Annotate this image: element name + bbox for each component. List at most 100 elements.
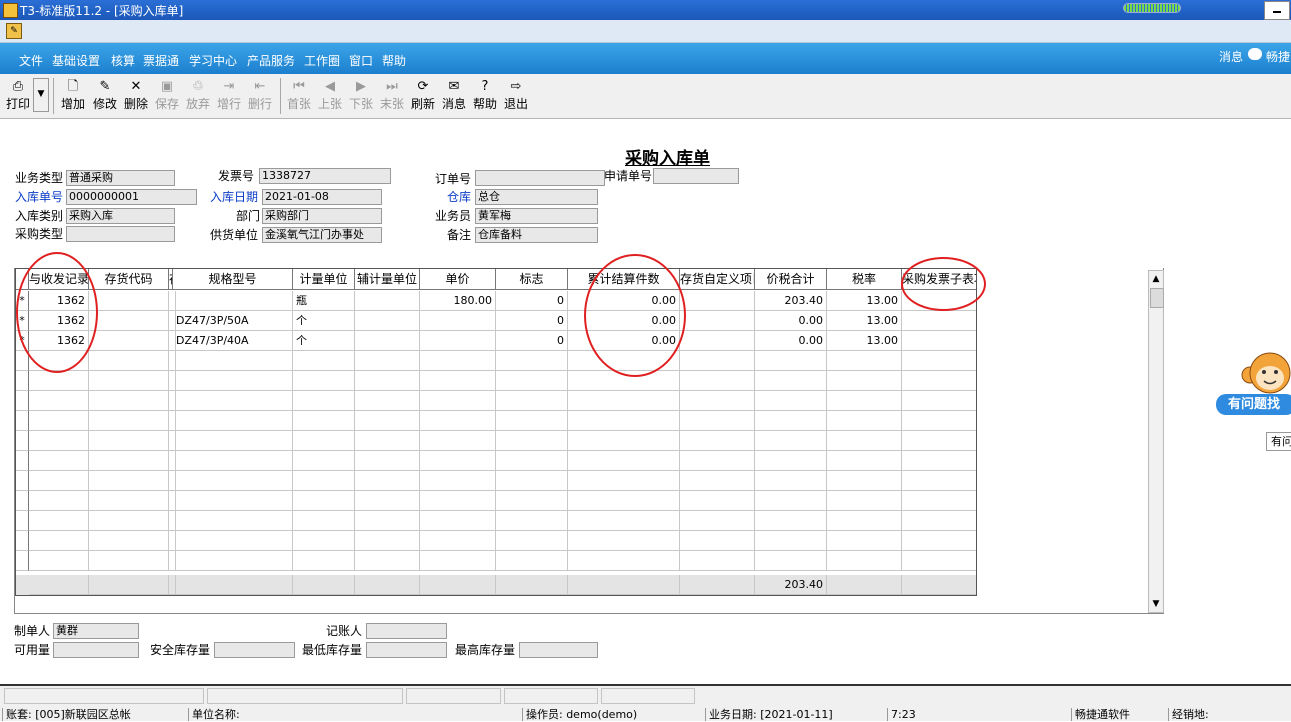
table-cell[interactable]: [293, 431, 355, 451]
menu-workcircle[interactable]: 工作圈: [304, 52, 340, 69]
table-cell[interactable]: [420, 531, 496, 551]
table-cell[interactable]: [293, 411, 355, 431]
table-cell[interactable]: [568, 471, 680, 491]
table-cell[interactable]: [89, 391, 169, 411]
table-cell[interactable]: [568, 531, 680, 551]
in-no-field[interactable]: 0000000001: [66, 189, 197, 205]
table-cell[interactable]: [29, 471, 89, 491]
table-cell[interactable]: [496, 411, 568, 431]
grid-header-cell[interactable]: 单价: [420, 269, 496, 290]
table-cell[interactable]: [680, 531, 755, 551]
help-button[interactable]: ? 帮助: [471, 78, 499, 114]
last-button[interactable]: ⏭ 末张: [378, 78, 406, 114]
table-cell[interactable]: [420, 311, 496, 331]
monkey-assistant-icon[interactable]: [1238, 349, 1291, 395]
table-row[interactable]: * 1362 DZ47/3P/40A 个 0 0.00 0.00 13.00: [16, 331, 976, 351]
table-cell[interactable]: [827, 351, 902, 371]
row-selector[interactable]: [16, 491, 29, 511]
table-row[interactable]: [16, 451, 976, 471]
request-no-field[interactable]: [653, 168, 739, 184]
table-cell[interactable]: [293, 471, 355, 491]
document-icon[interactable]: ✎: [6, 23, 22, 39]
table-cell[interactable]: [29, 551, 89, 571]
table-cell[interactable]: [173, 491, 293, 511]
table-cell[interactable]: [680, 291, 755, 311]
table-cell[interactable]: [680, 511, 755, 531]
table-cell[interactable]: [420, 431, 496, 451]
table-cell[interactable]: 0: [496, 311, 568, 331]
table-cell[interactable]: [355, 411, 420, 431]
table-cell[interactable]: [680, 411, 755, 431]
table-cell[interactable]: [496, 491, 568, 511]
table-cell[interactable]: [355, 431, 420, 451]
exit-button[interactable]: ⇨ 退出: [502, 78, 530, 114]
menu-help[interactable]: 帮助: [382, 52, 406, 69]
table-cell[interactable]: [827, 511, 902, 531]
table-cell[interactable]: [496, 511, 568, 531]
next-button[interactable]: ▶ 下张: [347, 78, 375, 114]
scroll-down-icon[interactable]: ▼: [1149, 596, 1163, 612]
table-cell[interactable]: 13.00: [827, 291, 902, 311]
first-button[interactable]: ⏮ 首张: [285, 78, 313, 114]
table-row[interactable]: [16, 491, 976, 511]
table-cell[interactable]: [902, 471, 976, 491]
order-no-field[interactable]: [475, 170, 605, 186]
table-row[interactable]: [16, 511, 976, 531]
table-cell[interactable]: [680, 371, 755, 391]
table-cell[interactable]: 瓶: [293, 291, 355, 311]
available-field[interactable]: [53, 642, 139, 658]
menu-basic-settings[interactable]: 基础设置: [52, 52, 100, 69]
delete-button[interactable]: ✕ 删除: [122, 78, 150, 114]
table-cell[interactable]: [29, 451, 89, 471]
table-cell[interactable]: 个: [293, 311, 355, 331]
table-cell[interactable]: [902, 371, 976, 391]
grid-header-cell[interactable]: 存货代码: [89, 269, 169, 290]
vertical-scrollbar[interactable]: ▲ ▼: [1148, 270, 1164, 613]
table-cell[interactable]: [89, 491, 169, 511]
table-cell[interactable]: [173, 551, 293, 571]
table-cell[interactable]: [680, 431, 755, 451]
help-assistant-tab[interactable]: 有问: [1266, 432, 1291, 451]
message-button[interactable]: ✉ 消息: [440, 78, 468, 114]
row-selector[interactable]: [16, 431, 29, 451]
purchase-type-field[interactable]: [66, 226, 175, 242]
table-cell[interactable]: [902, 391, 976, 411]
table-cell[interactable]: [293, 451, 355, 471]
table-cell[interactable]: DZ47/3P/50A: [173, 311, 293, 331]
table-cell[interactable]: [173, 511, 293, 531]
table-cell[interactable]: [680, 311, 755, 331]
table-cell[interactable]: [173, 471, 293, 491]
table-cell[interactable]: [173, 451, 293, 471]
table-cell[interactable]: [173, 411, 293, 431]
table-cell[interactable]: [902, 531, 976, 551]
table-cell[interactable]: [680, 491, 755, 511]
table-cell[interactable]: [173, 531, 293, 551]
table-cell[interactable]: [902, 431, 976, 451]
table-cell[interactable]: [902, 551, 976, 571]
table-cell[interactable]: [420, 551, 496, 571]
table-cell[interactable]: [355, 351, 420, 371]
table-cell[interactable]: [680, 551, 755, 571]
table-cell[interactable]: [827, 531, 902, 551]
row-selector[interactable]: [16, 371, 29, 391]
table-cell[interactable]: [420, 451, 496, 471]
table-cell[interactable]: [355, 451, 420, 471]
table-cell[interactable]: [420, 391, 496, 411]
grid-header-cell[interactable]: 辅计量单位: [355, 269, 420, 290]
print-dropdown[interactable]: ▼: [33, 78, 49, 112]
table-cell[interactable]: [420, 411, 496, 431]
menu-file[interactable]: 文件: [19, 52, 43, 69]
table-cell[interactable]: 13.00: [827, 331, 902, 351]
scroll-thumb[interactable]: [1150, 288, 1164, 308]
table-cell[interactable]: [827, 431, 902, 451]
row-selector[interactable]: [16, 451, 29, 471]
table-cell[interactable]: [568, 491, 680, 511]
table-cell[interactable]: [89, 311, 169, 331]
delete-row-button[interactable]: ⇤ 删行: [246, 78, 274, 114]
table-cell[interactable]: [173, 431, 293, 451]
table-cell[interactable]: [902, 491, 976, 511]
table-cell[interactable]: [755, 391, 827, 411]
table-cell[interactable]: [568, 411, 680, 431]
menu-message[interactable]: 消息: [1219, 48, 1243, 65]
invoice-no-field[interactable]: 1338727: [259, 168, 391, 184]
